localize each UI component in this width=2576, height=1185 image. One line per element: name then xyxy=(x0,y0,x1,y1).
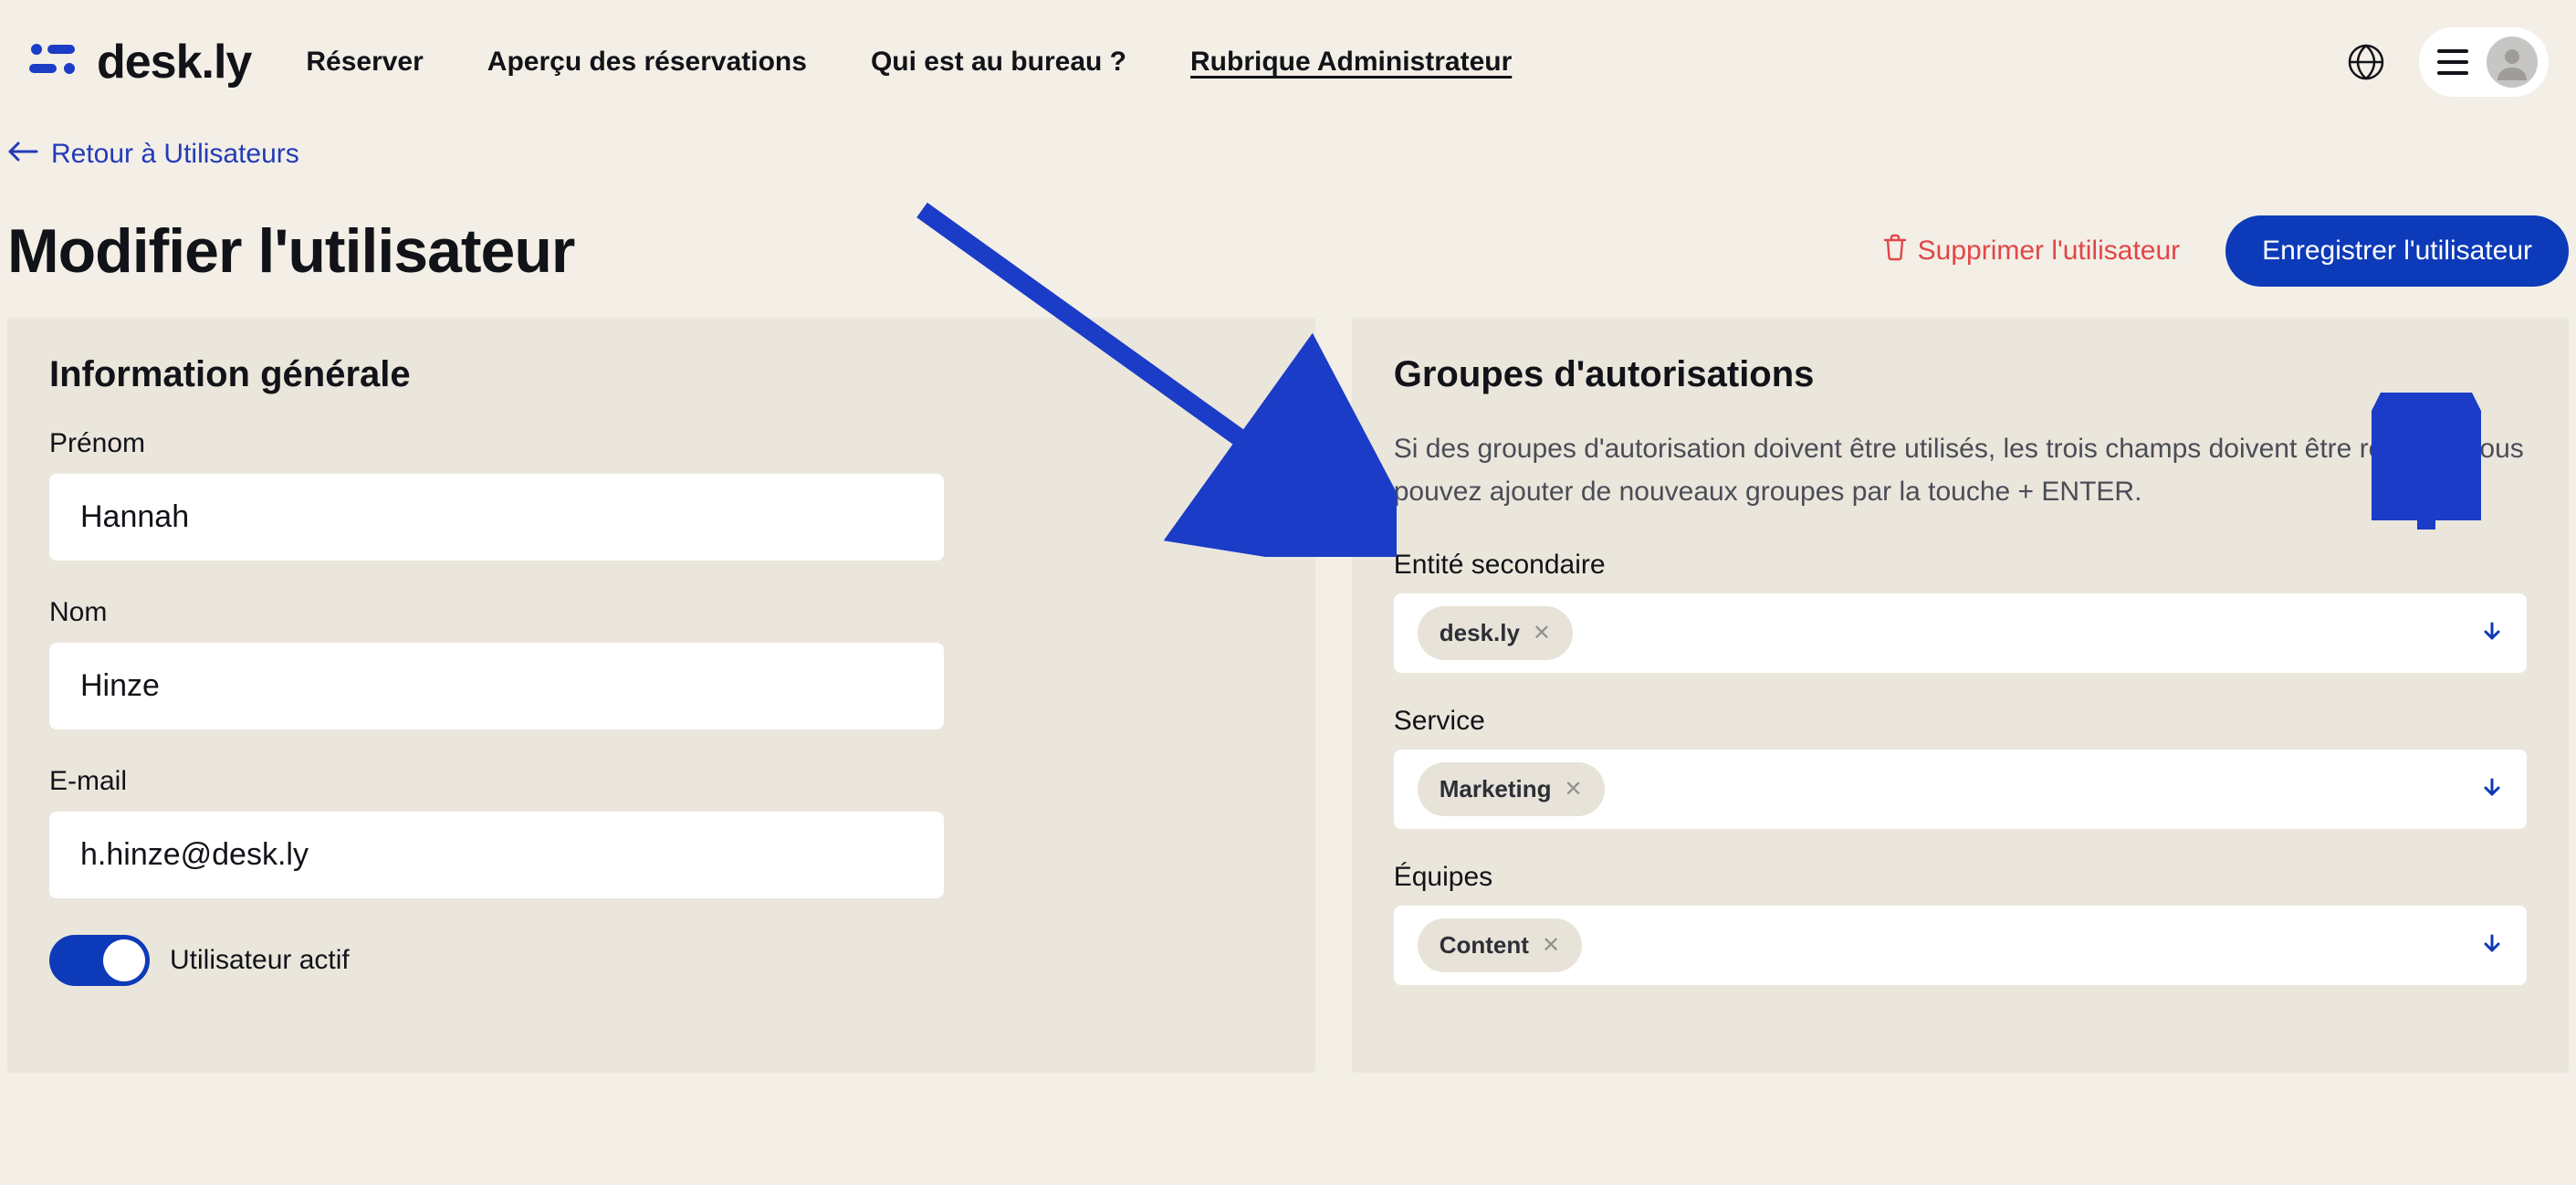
chevron-down-icon xyxy=(2481,776,2503,802)
nav-link-office[interactable]: Qui est au bureau ? xyxy=(871,47,1126,78)
save-user-label: Enregistrer l'utilisateur xyxy=(2262,236,2532,266)
panel-auth-groups-desc: Si des groupes d'autorisation doivent êt… xyxy=(1394,428,2527,513)
brand-mark-icon xyxy=(27,38,82,87)
avatar-icon xyxy=(2487,37,2538,88)
firstname-label: Prénom xyxy=(49,428,944,459)
profile-menu[interactable] xyxy=(2419,27,2549,97)
service-chip-label: Marketing xyxy=(1440,775,1552,803)
nav-link-admin[interactable]: Rubrique Administrateur xyxy=(1190,47,1512,78)
brand-name: desk.ly xyxy=(97,35,251,89)
field-lastname: Nom xyxy=(49,597,944,729)
globe-icon[interactable] xyxy=(2346,42,2386,82)
panel-auth-groups-title: Groupes d'autorisations xyxy=(1394,354,2527,395)
lastname-input[interactable] xyxy=(49,643,944,729)
lastname-label: Nom xyxy=(49,597,944,628)
service-label: Service xyxy=(1394,706,2527,737)
field-firstname: Prénom xyxy=(49,428,944,561)
delete-user-link[interactable]: Supprimer l'utilisateur xyxy=(1883,234,2181,268)
trash-icon xyxy=(1883,234,1907,268)
entity-chip-label: desk.ly xyxy=(1440,619,1520,647)
panel-auth-groups: Groupes d'autorisations Si des groupes d… xyxy=(1352,318,2569,1073)
nav-right xyxy=(2346,27,2549,97)
hamburger-icon xyxy=(2437,49,2468,75)
service-chip[interactable]: Marketing ✕ xyxy=(1418,762,1605,816)
active-toggle[interactable] xyxy=(49,935,150,986)
teams-chip-label: Content xyxy=(1440,931,1529,960)
save-user-button[interactable]: Enregistrer l'utilisateur xyxy=(2225,215,2569,287)
back-label: Retour à Utilisateurs xyxy=(51,139,299,170)
email-label: E-mail xyxy=(49,766,944,797)
teams-label: Équipes xyxy=(1394,862,2527,893)
active-toggle-row: Utilisateur actif xyxy=(49,935,1273,986)
page-title: Modifier l'utilisateur xyxy=(7,215,574,287)
chevron-down-icon xyxy=(2481,620,2503,646)
field-email: E-mail xyxy=(49,766,944,898)
top-nav: desk.ly Réserver Aperçu des réservations… xyxy=(0,0,2576,124)
header-actions: Supprimer l'utilisateur Enregistrer l'ut… xyxy=(1883,215,2569,287)
page-header: Modifier l'utilisateur Supprimer l'utili… xyxy=(0,179,2576,318)
chevron-down-icon xyxy=(2481,932,2503,959)
brand[interactable]: desk.ly xyxy=(27,35,251,89)
entity-label: Entité secondaire xyxy=(1394,550,2527,581)
service-select[interactable]: Marketing ✕ xyxy=(1394,750,2527,829)
arrow-left-icon xyxy=(7,139,38,170)
teams-chip[interactable]: Content ✕ xyxy=(1418,918,1582,972)
back-link[interactable]: Retour à Utilisateurs xyxy=(0,124,2576,179)
delete-user-label: Supprimer l'utilisateur xyxy=(1918,236,2181,267)
content-columns: Information générale Prénom Nom E-mail U… xyxy=(0,318,2576,1073)
panel-general-info: Information générale Prénom Nom E-mail U… xyxy=(7,318,1315,1073)
chip-remove-icon[interactable]: ✕ xyxy=(1542,932,1560,959)
firstname-input[interactable] xyxy=(49,474,944,561)
nav-links: Réserver Aperçu des réservations Qui est… xyxy=(306,47,1512,78)
panel-general-info-title: Information générale xyxy=(49,354,1273,395)
chip-remove-icon[interactable]: ✕ xyxy=(1565,776,1583,802)
field-entity: Entité secondaire desk.ly ✕ xyxy=(1394,550,2527,673)
teams-select[interactable]: Content ✕ xyxy=(1394,906,2527,985)
nav-link-reserve[interactable]: Réserver xyxy=(306,47,423,78)
chip-remove-icon[interactable]: ✕ xyxy=(1533,620,1551,646)
entity-chip[interactable]: desk.ly ✕ xyxy=(1418,606,1573,660)
field-teams: Équipes Content ✕ xyxy=(1394,862,2527,985)
nav-link-overview[interactable]: Aperçu des réservations xyxy=(487,47,807,78)
field-service: Service Marketing ✕ xyxy=(1394,706,2527,829)
entity-select[interactable]: desk.ly ✕ xyxy=(1394,593,2527,673)
email-input[interactable] xyxy=(49,812,944,898)
active-toggle-label: Utilisateur actif xyxy=(170,945,350,976)
